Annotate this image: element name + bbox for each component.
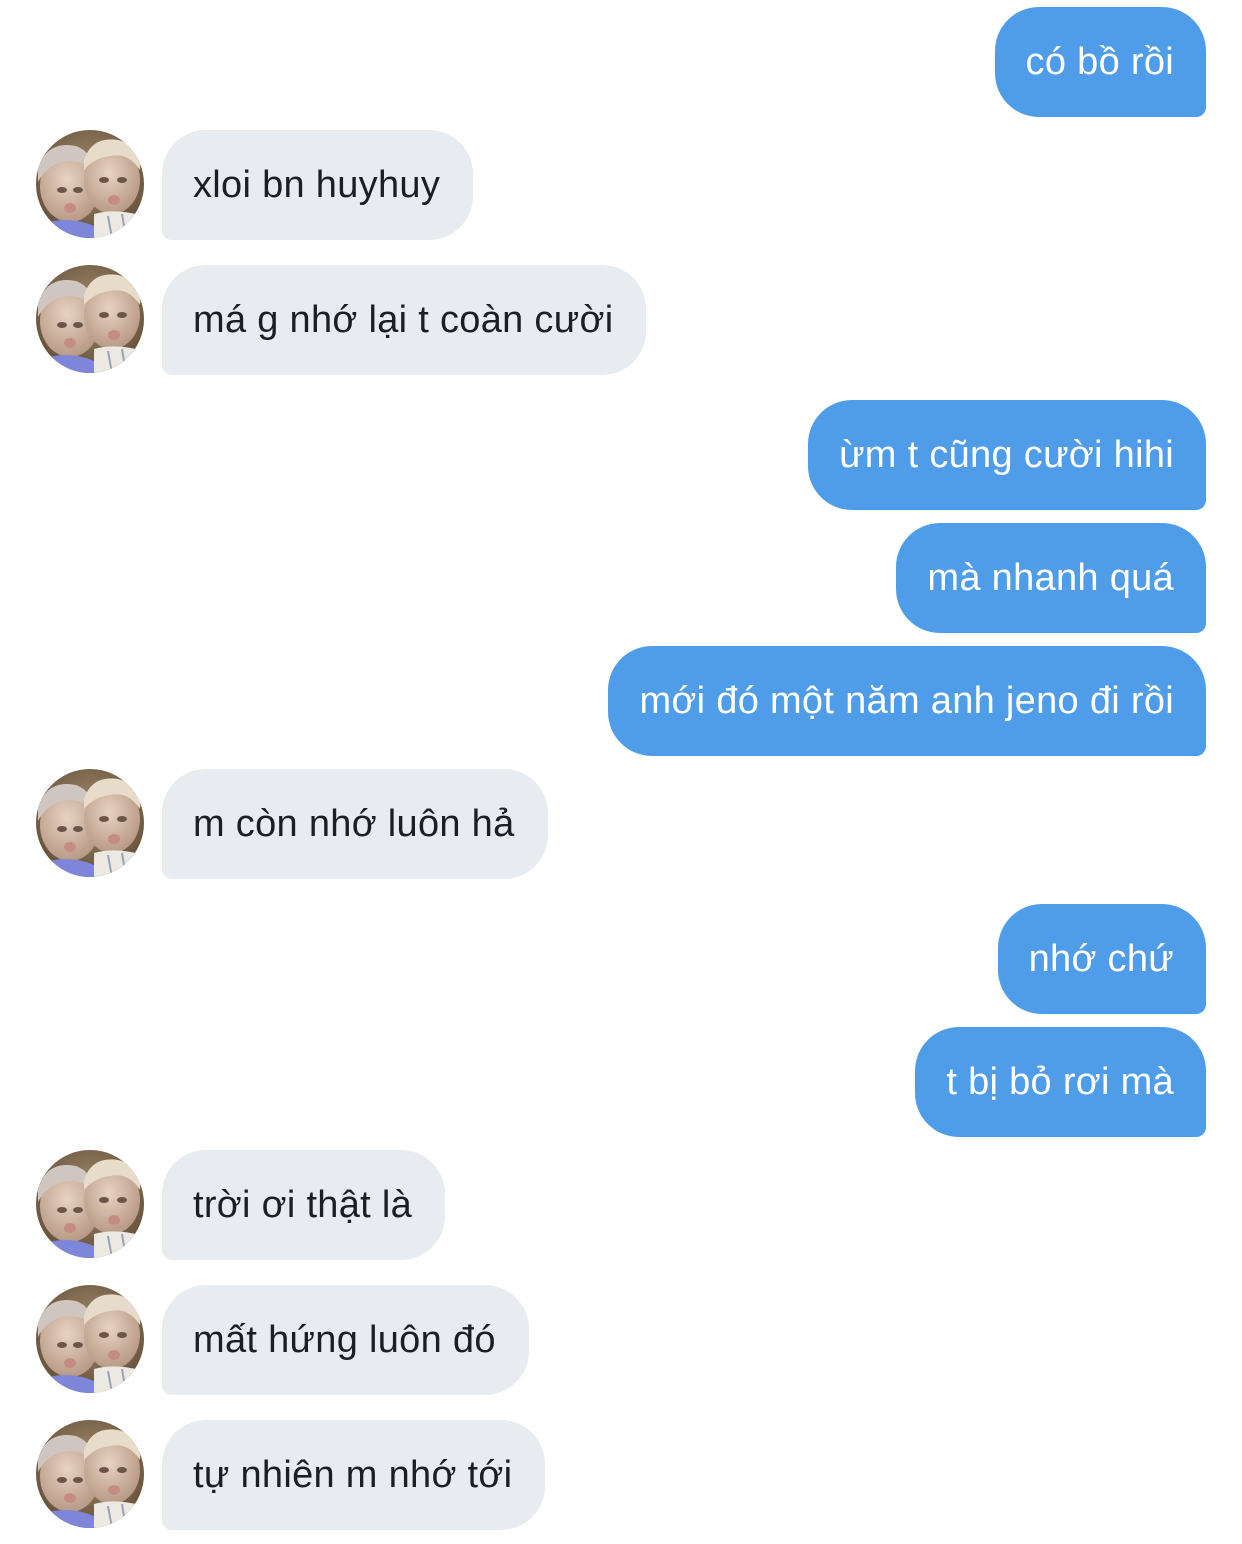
message-row-incoming: má g nhớ lại t coàn cười <box>0 265 1242 375</box>
contact-avatar[interactable] <box>36 1150 144 1258</box>
outgoing-message-bubble[interactable]: mới đó một năm anh jeno đi rồi <box>608 646 1206 756</box>
contact-avatar[interactable] <box>36 130 144 238</box>
message-row-outgoing: mà nhanh quá <box>0 523 1242 633</box>
message-row-incoming: m còn nhớ luôn hả <box>0 769 1242 879</box>
incoming-message-bubble[interactable]: má g nhớ lại t coàn cười <box>162 265 647 375</box>
incoming-message-bubble[interactable]: trời ơi thật là <box>162 1150 446 1260</box>
message-row-outgoing: t bị bỏ rơi mà <box>0 1027 1242 1137</box>
incoming-message-bubble[interactable]: tự nhiên m nhớ tới <box>162 1420 546 1530</box>
message-row-incoming: xloi bn huyhuy <box>0 130 1242 240</box>
outgoing-message-bubble[interactable]: t bị bỏ rơi mà <box>915 1027 1206 1137</box>
contact-avatar[interactable] <box>36 265 144 373</box>
message-row-outgoing: nhớ chứ <box>0 904 1242 1014</box>
outgoing-message-bubble[interactable]: nhớ chứ <box>997 904 1206 1014</box>
incoming-message-bubble[interactable]: mất hứng luôn đó <box>162 1285 529 1395</box>
message-row-incoming: trời ơi thật là <box>0 1150 1242 1260</box>
outgoing-message-bubble[interactable]: có bồ rồi <box>994 7 1206 117</box>
incoming-message-bubble[interactable]: m còn nhớ luôn hả <box>162 769 548 879</box>
message-row-incoming: mất hứng luôn đó <box>0 1285 1242 1395</box>
message-row-outgoing: có bồ rồi <box>0 7 1242 117</box>
message-row-outgoing: mới đó một năm anh jeno đi rồi <box>0 646 1242 756</box>
outgoing-message-bubble[interactable]: mà nhanh quá <box>896 523 1206 633</box>
contact-avatar[interactable] <box>36 1285 144 1393</box>
contact-avatar[interactable] <box>36 769 144 877</box>
message-row-outgoing: ừm t cũng cười hihi <box>0 400 1242 510</box>
contact-avatar[interactable] <box>36 1420 144 1528</box>
message-thread[interactable]: có bồ rồi xloi bn huyhuy má g nhớ lại t … <box>0 0 1242 1544</box>
incoming-message-bubble[interactable]: xloi bn huyhuy <box>162 130 474 240</box>
outgoing-message-bubble[interactable]: ừm t cũng cười hihi <box>808 400 1206 510</box>
message-row-incoming: tự nhiên m nhớ tới <box>0 1420 1242 1530</box>
